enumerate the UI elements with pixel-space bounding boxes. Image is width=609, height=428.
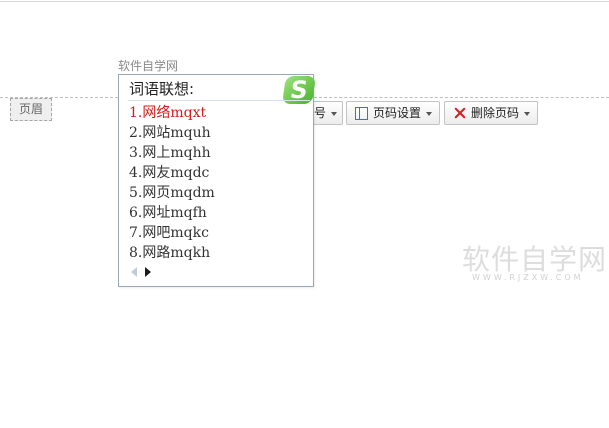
header-divider-right <box>314 97 609 98</box>
insert-page-number-label: 号 <box>314 106 327 120</box>
page-settings-icon <box>355 106 368 120</box>
page-settings-label: 页码设置 <box>373 106 422 120</box>
ime-candidate-8[interactable]: 8.网路mqkh <box>129 243 309 263</box>
ime-candidate-1[interactable]: 1.网络mqxt <box>129 103 309 123</box>
ime-divider <box>128 100 310 101</box>
previous-page-icon[interactable] <box>131 267 137 277</box>
delete-icon <box>454 107 466 119</box>
ime-candidate-3[interactable]: 3.网上mqhh <box>129 143 309 163</box>
document-page: 软件自学网 页眉 号 页码设置 删除页码 词语联想: S 1.网络mqxt 2.… <box>0 0 609 428</box>
delete-page-number-label: 删除页码 <box>471 106 520 120</box>
ime-candidate-5[interactable]: 5.网页mqdm <box>129 183 309 203</box>
chevron-down-icon <box>426 111 433 116</box>
header-tag: 页眉 <box>10 98 52 121</box>
watermark-main-text: 软件自学网 <box>462 243 608 276</box>
ime-candidate-list: 1.网络mqxt 2.网站mquh 3.网上mqhh 4.网友mqdc 5.网页… <box>129 103 309 263</box>
watermark-url-text: WWW.RJZXW.COM <box>472 273 584 282</box>
chevron-down-icon <box>524 111 531 116</box>
delete-page-number-button[interactable]: 删除页码 <box>444 101 538 125</box>
ime-candidate-7[interactable]: 7.网吧mqkc <box>129 223 309 243</box>
top-border <box>0 1 609 2</box>
document-header-text[interactable]: 软件自学网 <box>118 59 178 73</box>
page-settings-button[interactable]: 页码设置 <box>346 101 440 125</box>
ime-candidate-4[interactable]: 4.网友mqdc <box>129 163 309 183</box>
site-watermark: 软件自学网 WWW.RJZXW.COM <box>462 244 607 290</box>
ime-candidate-2[interactable]: 2.网站mquh <box>129 123 309 143</box>
ime-pager <box>129 265 163 279</box>
ime-suggestion-popup: 词语联想: S 1.网络mqxt 2.网站mquh 3.网上mqhh 4.网友m… <box>118 74 316 287</box>
ime-title: 词语联想: <box>129 80 195 98</box>
next-page-icon[interactable] <box>145 267 151 277</box>
chevron-down-icon <box>331 111 338 116</box>
ime-candidate-6[interactable]: 6.网址mqfh <box>129 203 309 223</box>
